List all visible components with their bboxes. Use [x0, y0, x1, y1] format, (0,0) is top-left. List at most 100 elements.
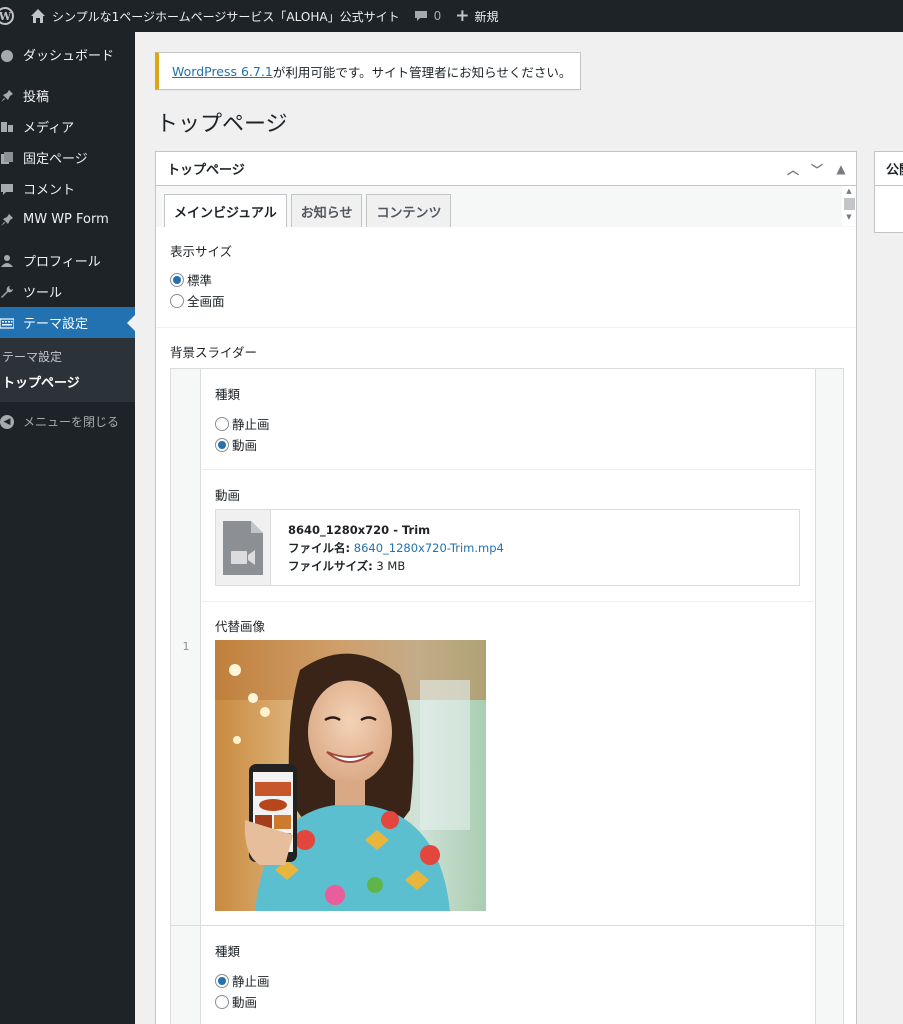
toggle-panel-icon[interactable]: ▲	[832, 162, 850, 176]
pin-icon	[1, 213, 13, 226]
radio-unchecked-icon	[215, 416, 229, 431]
comment-count: 0	[433, 9, 442, 23]
sidebar-item-dashboard[interactable]: ダッシュボード	[0, 39, 135, 70]
radio-checked-icon	[215, 437, 229, 452]
sidebar-item-mw-wp-form[interactable]: MW WP Form	[0, 204, 135, 235]
background-slider-label: 背景スライダー	[170, 345, 258, 360]
radio-label: 動画	[232, 995, 258, 1010]
home-icon	[31, 9, 45, 23]
type-label: 種類	[215, 387, 241, 402]
comments-link[interactable]: 0	[414, 0, 442, 32]
field-divider	[202, 601, 814, 602]
sidebar-item-pages[interactable]: 固定ページ	[0, 142, 135, 173]
file-name-link[interactable]: 8640_1280x720-Trim.mp4	[354, 541, 504, 555]
sidebar-item-profile[interactable]: プロフィール	[0, 245, 135, 276]
collapse-menu-button[interactable]: ◀ メニューを閉じる	[0, 406, 135, 437]
submenu-item-theme-settings[interactable]: テーマ設定	[0, 344, 135, 369]
repeater-row-2: 種類 静止画 動画	[202, 926, 814, 1024]
collapse-arrow-icon: ◀	[0, 414, 14, 429]
dashboard-icon	[1, 49, 13, 62]
keyboard-icon	[0, 317, 14, 329]
video-file-box[interactable]: 8640_1280x720 - Trim ファイル名: 8640_1280x72…	[215, 509, 800, 586]
top-page-metabox: トップページ ︿ ﹀ ▲ ▲ ▼ メインビジュアル お知らせ コンテンツ 表示サ…	[155, 151, 857, 1024]
sidebar-item-tools[interactable]: ツール	[0, 276, 135, 307]
radio-label: 標準	[187, 273, 213, 288]
admin-bar: W シンプルな1ページホームページサービス「ALOHA」公式サイト 0 + 新規	[0, 0, 903, 32]
site-name: シンプルな1ページホームページサービス「ALOHA」公式サイト	[52, 9, 400, 24]
collapse-label: メニューを閉じる	[23, 415, 120, 429]
radio-label: 静止画	[232, 417, 270, 432]
radio-standard[interactable]: 標準	[170, 269, 232, 290]
notice-text: が利用可能です。サイト管理者にお知らせください。	[272, 64, 572, 80]
scroll-up-icon[interactable]: ▲	[842, 186, 856, 196]
file-size-label: ファイルサイズ:	[288, 559, 373, 573]
submenu-item-top-page[interactable]: トップページ	[0, 369, 135, 394]
sidebar-item-label: MW WP Form	[23, 212, 109, 227]
site-name-link[interactable]: シンプルな1ページホームページサービス「ALOHA」公式サイト	[24, 0, 400, 32]
scroll-thumb[interactable]	[843, 198, 855, 210]
file-size: 3 MB	[376, 559, 406, 573]
metabox-title: トップページ	[167, 163, 245, 178]
radio-label: 動画	[232, 438, 258, 453]
media-icon	[1, 121, 13, 132]
tab-contents[interactable]: コンテンツ	[366, 194, 452, 227]
comment-bubble-icon	[414, 11, 427, 21]
radio-fullscreen[interactable]: 全画面	[170, 290, 232, 311]
alt-image-label: 代替画像	[215, 619, 266, 634]
alt-image-photo[interactable]	[215, 640, 486, 911]
section-divider	[156, 327, 856, 328]
radio-label: 全画面	[187, 294, 225, 309]
sidebar-item-label: プロフィール	[23, 255, 101, 270]
sidebar-item-theme-settings[interactable]: テーマ設定	[0, 307, 135, 338]
sidebar-item-label: ダッシュボード	[23, 49, 115, 64]
wordpress-version-link[interactable]: WordPress 6.7.1	[172, 64, 273, 79]
sidebar-item-label: 固定ページ	[23, 152, 88, 167]
sidebar-item-media[interactable]: メディア	[0, 111, 135, 142]
type-field: 種類 静止画 動画	[215, 941, 270, 1012]
pin-icon	[1, 89, 13, 102]
tab-main-visual[interactable]: メインビジュアル	[164, 194, 287, 228]
user-icon	[1, 254, 13, 267]
radio-unchecked-icon	[215, 994, 229, 1009]
update-notice: WordPress 6.7.1 が利用可能です。サイト管理者にお知らせください。	[155, 52, 581, 90]
sidebar-item-comments[interactable]: コメント	[0, 173, 135, 204]
wrench-icon	[1, 285, 13, 298]
inner-scrollbar[interactable]: ▲ ▼	[842, 186, 856, 226]
file-name-label: ファイル名:	[288, 541, 351, 555]
metabox-header: トップページ ︿ ﹀ ▲	[156, 152, 856, 186]
comment-icon	[1, 183, 13, 195]
new-content-button[interactable]: + 新規	[455, 0, 498, 32]
publish-box: 公開	[874, 151, 903, 233]
radio-still-image[interactable]: 静止画	[215, 413, 270, 434]
video-label: 動画	[215, 488, 241, 503]
video-file-icon	[216, 510, 271, 585]
move-up-icon[interactable]: ︿	[784, 161, 802, 178]
scroll-down-icon[interactable]: ▼	[842, 212, 856, 222]
radio-unchecked-icon	[170, 293, 184, 308]
background-slider-repeater: 1 種類 静止画 動画 動画 8640_1280x720 - Trim ファイル…	[170, 368, 845, 1024]
wordpress-logo-button[interactable]: W	[0, 0, 24, 32]
field-divider	[202, 469, 814, 470]
sidebar-item-label: メディア	[23, 121, 75, 136]
radio-checked-icon	[170, 272, 184, 287]
radio-video[interactable]: 動画	[215, 434, 270, 455]
move-down-icon[interactable]: ﹀	[808, 161, 826, 178]
metabox-inner: ▲ ▼ メインビジュアル お知らせ コンテンツ 表示サイズ 標準 全画面 背景ス…	[156, 186, 856, 1024]
publish-box-title: 公開	[875, 152, 903, 186]
radio-checked-icon	[215, 973, 229, 988]
radio-video[interactable]: 動画	[215, 991, 270, 1012]
file-meta: 8640_1280x720 - Trim ファイル名: 8640_1280x72…	[271, 510, 504, 585]
tab-news[interactable]: お知らせ	[290, 194, 363, 227]
admin-sidebar: ダッシュボード 投稿 メディア 固定ページ コメント MW WP Form プロ…	[0, 32, 135, 1024]
sidebar-item-label: コメント	[23, 183, 76, 198]
tab-panel-main-visual: 表示サイズ 標準 全画面 背景スライダー 1 種類 静止画 動画 動画 8640…	[156, 227, 856, 1024]
pages-icon	[1, 151, 13, 164]
display-size-label: 表示サイズ	[170, 244, 233, 259]
page-title: トップページ	[156, 112, 288, 137]
sidebar-item-posts[interactable]: 投稿	[0, 80, 135, 111]
type-label: 種類	[215, 944, 241, 959]
display-size-field: 表示サイズ 標準 全画面	[170, 241, 232, 311]
file-title: 8640_1280x720 - Trim	[288, 523, 431, 537]
radio-still-image[interactable]: 静止画	[215, 970, 270, 991]
row-number: 1	[182, 640, 190, 653]
